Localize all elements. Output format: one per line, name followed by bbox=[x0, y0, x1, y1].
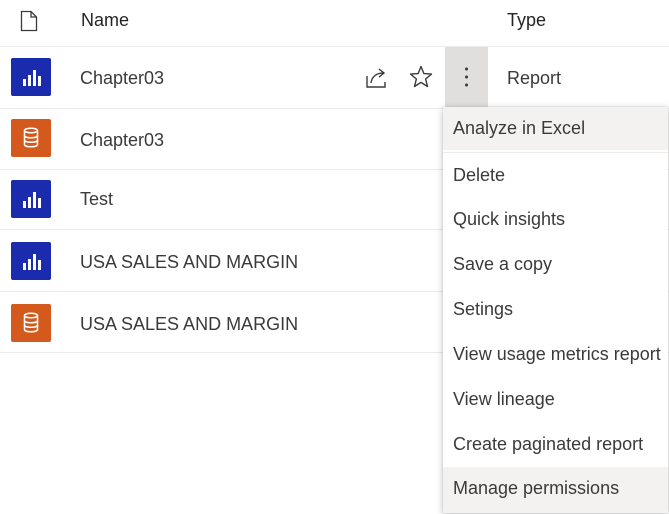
menu-item-label: Quick insights bbox=[453, 209, 566, 229]
menu-item-label: View lineage bbox=[453, 389, 555, 409]
menu-item-quick-insights[interactable]: Quick insights bbox=[443, 198, 668, 241]
item-name[interactable]: Test bbox=[80, 189, 113, 210]
document-icon bbox=[20, 10, 38, 32]
menu-divider bbox=[443, 152, 668, 153]
menu-item-view-usage-metrics-report[interactable]: View usage metrics report bbox=[443, 333, 668, 376]
item-type: Report bbox=[507, 68, 562, 88]
menu-item-delete[interactable]: Delete bbox=[443, 154, 668, 197]
menu-item-settings[interactable]: Setings bbox=[443, 288, 668, 331]
menu-item-manage-permissions[interactable]: Manage permissions bbox=[443, 467, 668, 513]
menu-item-label: Manage permissions bbox=[453, 478, 620, 498]
share-icon[interactable] bbox=[363, 65, 389, 91]
context-menu: Analyze in Excel Delete Quick insights S… bbox=[443, 107, 668, 513]
menu-item-analyze-in-excel[interactable]: Analyze in Excel bbox=[443, 107, 668, 150]
report-icon bbox=[11, 242, 51, 280]
item-name[interactable]: USA SALES AND MARGIN bbox=[80, 252, 298, 273]
menu-item-save-a-copy[interactable]: Save a copy bbox=[443, 243, 668, 286]
more-options-icon bbox=[465, 67, 468, 87]
item-name[interactable]: Chapter03 bbox=[80, 130, 164, 151]
list-item[interactable]: Chapter03 Report bbox=[0, 47, 669, 109]
item-name[interactable]: USA SALES AND MARGIN bbox=[80, 314, 298, 335]
name-column-header[interactable]: Name bbox=[81, 10, 129, 31]
menu-item-label: Analyze in Excel bbox=[453, 118, 586, 138]
report-icon bbox=[11, 180, 51, 218]
type-column-header[interactable]: Type bbox=[507, 10, 546, 31]
star-icon[interactable] bbox=[408, 64, 434, 90]
list-header: Name Type bbox=[0, 0, 669, 47]
more-options-button[interactable] bbox=[445, 47, 488, 108]
report-icon bbox=[11, 58, 51, 96]
menu-item-label: View usage metrics report bbox=[453, 344, 661, 364]
menu-item-label: Delete bbox=[453, 165, 506, 185]
menu-item-create-paginated-report[interactable]: Create paginated report bbox=[443, 423, 668, 466]
menu-item-label: Setings bbox=[453, 299, 514, 319]
menu-item-label: Create paginated report bbox=[453, 434, 644, 454]
dataset-icon bbox=[11, 304, 51, 342]
menu-item-label: Save a copy bbox=[453, 254, 553, 274]
menu-item-view-lineage[interactable]: View lineage bbox=[443, 378, 668, 421]
item-name[interactable]: Chapter03 bbox=[80, 68, 164, 89]
dataset-icon bbox=[11, 119, 51, 157]
